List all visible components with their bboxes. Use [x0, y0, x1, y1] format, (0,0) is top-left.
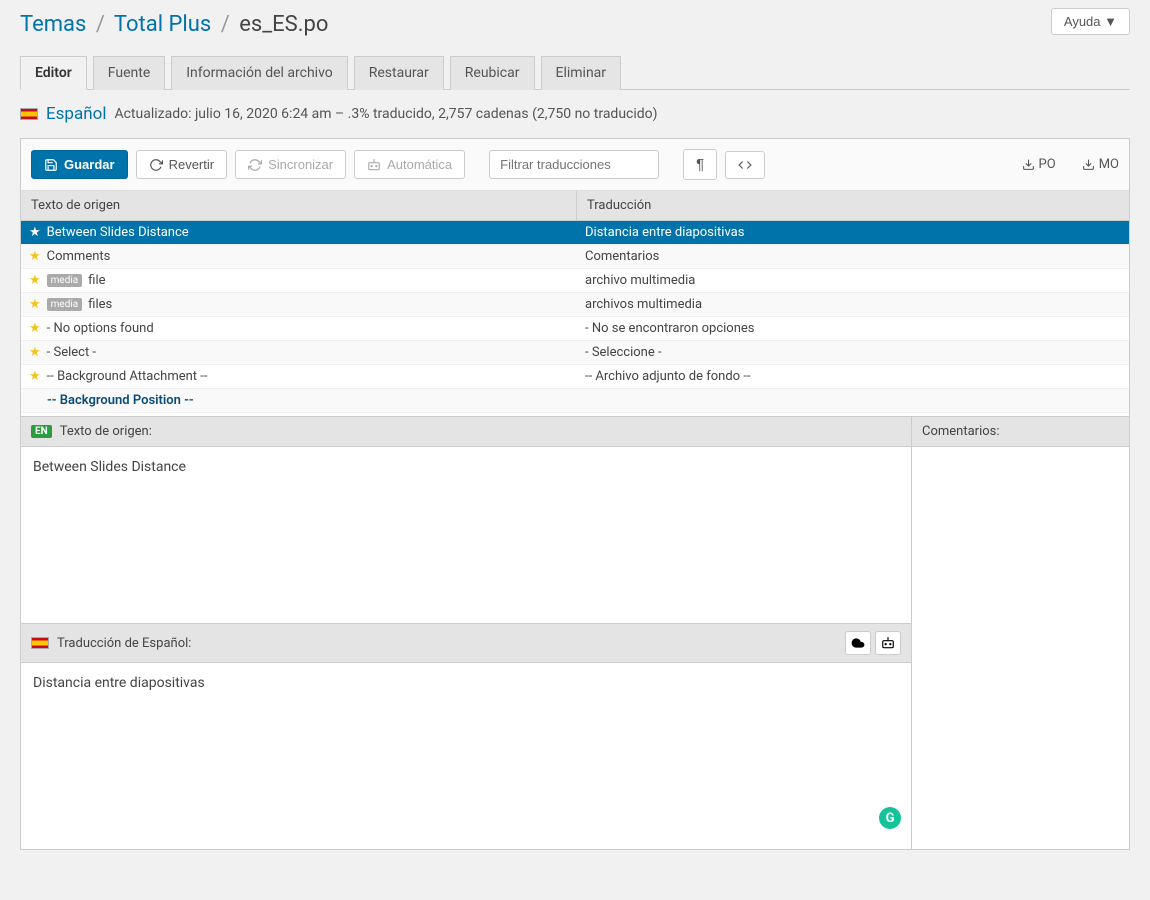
star-icon: ★ [29, 369, 41, 384]
tab-información-del-archivo[interactable]: Información del archivo [171, 56, 347, 90]
star-icon: ★ [29, 345, 41, 360]
code-icon [738, 158, 752, 172]
table-row[interactable]: ★ Between Slides Distance Distancia entre … [21, 221, 1129, 245]
header-source: Texto de origen [21, 191, 577, 220]
revert-button[interactable]: Revertir [136, 150, 228, 179]
auto-button[interactable]: Automática [354, 150, 465, 179]
source-text: files [88, 297, 112, 312]
table-row[interactable]: ★ -- Background Attachment -- -- Archivo a… [21, 365, 1129, 389]
meta-text: Actualizado: julio 16, 2020 6:24 am – .3… [114, 106, 657, 122]
pilcrow-button[interactable]: ¶ [683, 149, 717, 180]
tab-reubicar[interactable]: Reubicar [450, 56, 535, 90]
table-row[interactable]: ★ Comments Comentarios [21, 245, 1129, 269]
context-badge: media [47, 298, 83, 311]
translation-text: Comentarios [577, 245, 1129, 268]
tab-restaurar[interactable]: Restaurar [354, 56, 444, 90]
source-text: -- Background Position -- [47, 393, 194, 408]
cloud-icon [851, 636, 865, 650]
download-icon [1022, 158, 1035, 171]
translation-text: - Seleccione - [577, 341, 1129, 364]
panels: EN Texto de origen: Between Slides Dista… [21, 416, 1129, 849]
editor-box: Guardar Revertir Sincronizar Automática … [20, 138, 1130, 850]
table-row[interactable]: -- Background Repeat -- [21, 413, 1129, 416]
robot-icon [881, 636, 895, 650]
translation-panel-head: Traducción de Español: [21, 623, 911, 663]
pilcrow-icon: ¶ [696, 156, 704, 173]
comments-input[interactable] [912, 447, 1129, 849]
sync-icon [248, 158, 262, 172]
translation-text [577, 389, 1129, 412]
translation-text: - No se encontraron opciones [577, 317, 1129, 340]
breadcrumb-root[interactable]: Temas [20, 12, 86, 37]
en-badge: EN [31, 425, 52, 438]
translation-text: Distancia entre diapositivas [577, 221, 1129, 244]
table-row[interactable]: -- Background Position -- [21, 389, 1129, 413]
star-icon: ★ [29, 297, 41, 312]
help-button[interactable]: Ayuda ▼ [1051, 8, 1130, 35]
star-icon: ★ [29, 273, 41, 288]
robot-icon [367, 158, 381, 172]
info-row: Español Actualizado: julio 16, 2020 6:24… [20, 90, 1130, 138]
translation-text: -- Archivo adjunto de fondo -- [577, 365, 1129, 388]
star-icon: ★ [29, 225, 41, 240]
translation-rows[interactable]: ★ Between Slides Distance Distancia entre … [21, 221, 1129, 416]
source-text: - No options found [47, 321, 154, 336]
source-text: Between Slides Distance [47, 225, 189, 240]
flag-icon [20, 108, 38, 120]
table-row[interactable]: ★ media file archivo multimedia [21, 269, 1129, 293]
source-text: Comments [47, 249, 111, 264]
toolbar: Guardar Revertir Sincronizar Automática … [21, 139, 1129, 191]
star-icon: ★ [29, 321, 41, 336]
revert-icon [149, 158, 163, 172]
robot-button[interactable] [875, 631, 901, 655]
table-headers: Texto de origen Traducción [21, 191, 1129, 221]
source-text: - Select - [47, 345, 96, 360]
translation-text: archivos multimedia [577, 293, 1129, 316]
source-text: -- Background Attachment -- [47, 369, 208, 384]
tab-editor[interactable]: Editor [20, 56, 87, 90]
filter-input[interactable] [489, 150, 659, 179]
tabs: EditorFuenteInformación del archivoResta… [20, 55, 1130, 90]
translation-text [577, 413, 1129, 416]
translation-text: archivo multimedia [577, 269, 1129, 292]
table-row[interactable]: ★ media files archivos multimedia [21, 293, 1129, 317]
source-text: file [88, 273, 105, 288]
comments-panel-head: Comentarios: [912, 417, 1129, 447]
tab-eliminar[interactable]: Eliminar [541, 56, 622, 90]
code-button[interactable] [725, 151, 765, 179]
context-badge: media [47, 274, 83, 287]
header-translation: Traducción [577, 191, 1129, 220]
translation-input[interactable]: Distancia entre diapositivas G [21, 663, 911, 839]
save-button[interactable]: Guardar [31, 150, 128, 179]
tab-fuente[interactable]: Fuente [93, 56, 165, 90]
breadcrumb: Temas / Total Plus / es_ES.po [20, 0, 1130, 55]
star-icon: ★ [29, 249, 41, 264]
source-panel-head: EN Texto de origen: [21, 417, 911, 447]
language-name[interactable]: Español [46, 104, 106, 124]
breadcrumb-file: es_ES.po [239, 12, 328, 37]
save-icon [44, 158, 58, 172]
flag-icon [31, 637, 49, 649]
cloud-button[interactable] [845, 631, 871, 655]
grammarly-icon[interactable]: G [879, 807, 901, 829]
download-mo[interactable]: MO [1082, 157, 1119, 172]
download-po[interactable]: PO [1022, 157, 1056, 172]
table-row[interactable]: ★ - Select - - Seleccione - [21, 341, 1129, 365]
sync-button[interactable]: Sincronizar [235, 150, 346, 179]
breadcrumb-theme[interactable]: Total Plus [114, 12, 211, 37]
source-text: Between Slides Distance [21, 447, 911, 623]
table-row[interactable]: ★ - No options found - No se encontraron o… [21, 317, 1129, 341]
download-icon [1082, 158, 1095, 171]
